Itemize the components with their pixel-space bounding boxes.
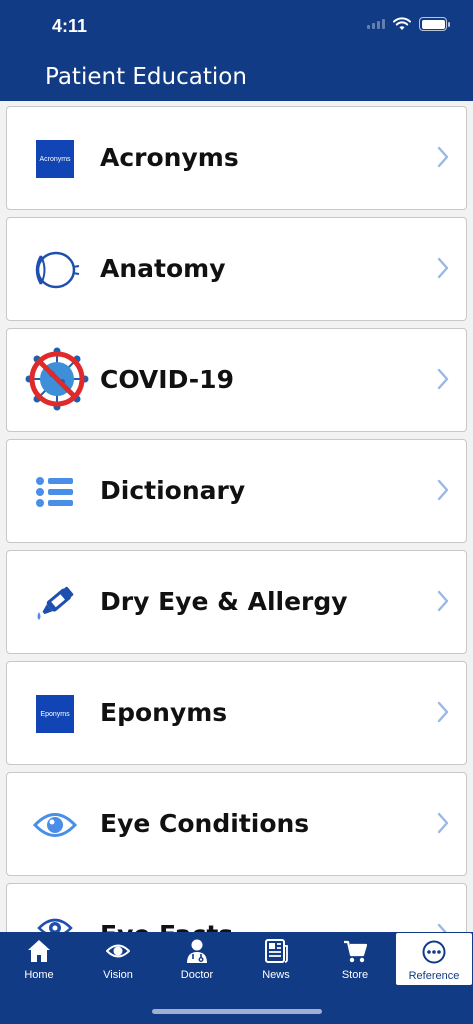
list-item-label: Eponyms [100,698,228,727]
list-item-label: Eye Conditions [100,809,310,838]
acronyms-icon: Acronyms [29,133,81,185]
acronyms-badge: Acronyms [36,140,74,178]
chevron-right-icon [437,812,449,834]
signal-icon [367,19,385,29]
tab-news[interactable]: News [237,932,315,986]
app-header: 4:11 Patient Education [0,0,473,101]
eyeball-icon [29,244,81,296]
home-icon [28,940,50,962]
chevron-right-icon [437,590,449,612]
status-time: 4:11 [52,16,88,36]
home-indicator[interactable] [152,1009,322,1014]
battery-icon [419,17,450,31]
list-item-dictionary[interactable]: Dictionary [6,439,467,543]
tab-label: Doctor [180,969,214,981]
chevron-right-icon [437,368,449,390]
page-title: Patient Education [45,64,247,90]
chevron-right-icon [437,701,449,723]
status-icons [367,17,450,31]
wifi-icon [393,17,411,30]
tab-reference[interactable]: Reference [396,933,472,985]
category-list[interactable]: Acronyms Acronyms Anatomy COVID-19 Dicti… [0,101,473,932]
tab-label: Store [341,969,369,981]
list-item-label: COVID-19 [100,365,234,394]
eye-drops-icon [29,577,81,629]
tab-vision[interactable]: Vision [79,932,157,986]
list-item-dry-eye-allergy[interactable]: Dry Eye & Allergy [6,550,467,654]
tab-label: Vision [103,969,133,981]
tab-label: Home [24,969,54,981]
eye-icon [29,799,81,851]
more-icon [422,940,446,964]
chevron-right-icon [437,479,449,501]
eponyms-badge: Eponyms [36,695,74,733]
tab-label: News [262,969,290,981]
list-item-acronyms[interactable]: Acronyms Acronyms [6,106,467,210]
list-item-eye-conditions[interactable]: Eye Conditions [6,772,467,876]
list-item-covid-19[interactable]: COVID-19 [6,328,467,432]
list-item-label: Anatomy [100,254,226,283]
no-virus-icon [21,343,93,415]
list-item-anatomy[interactable]: Anatomy [6,217,467,321]
chevron-right-icon [437,257,449,279]
chevron-right-icon [437,923,447,932]
eye-facts-icon [29,902,81,932]
chevron-right-icon [437,146,449,168]
list-item-label: Eye Facts [100,920,233,932]
list-item-label: Dry Eye & Allergy [100,587,348,616]
eye-icon [106,944,130,958]
doctor-icon [187,939,207,963]
list-item-eye-facts[interactable]: Eye Facts [6,883,467,932]
list-item-eponyms[interactable]: Eponyms Eponyms [6,661,467,765]
tab-home[interactable]: Home [0,932,78,986]
tab-store[interactable]: Store [316,932,394,986]
tab-label: Reference [408,970,460,982]
tab-doctor[interactable]: Doctor [158,932,236,986]
eponyms-icon: Eponyms [29,688,81,740]
list-item-label: Dictionary [100,476,246,505]
list-item-label: Acronyms [100,143,239,172]
list-icon [29,466,81,518]
newspaper-icon [265,939,288,963]
cart-icon [344,940,367,963]
